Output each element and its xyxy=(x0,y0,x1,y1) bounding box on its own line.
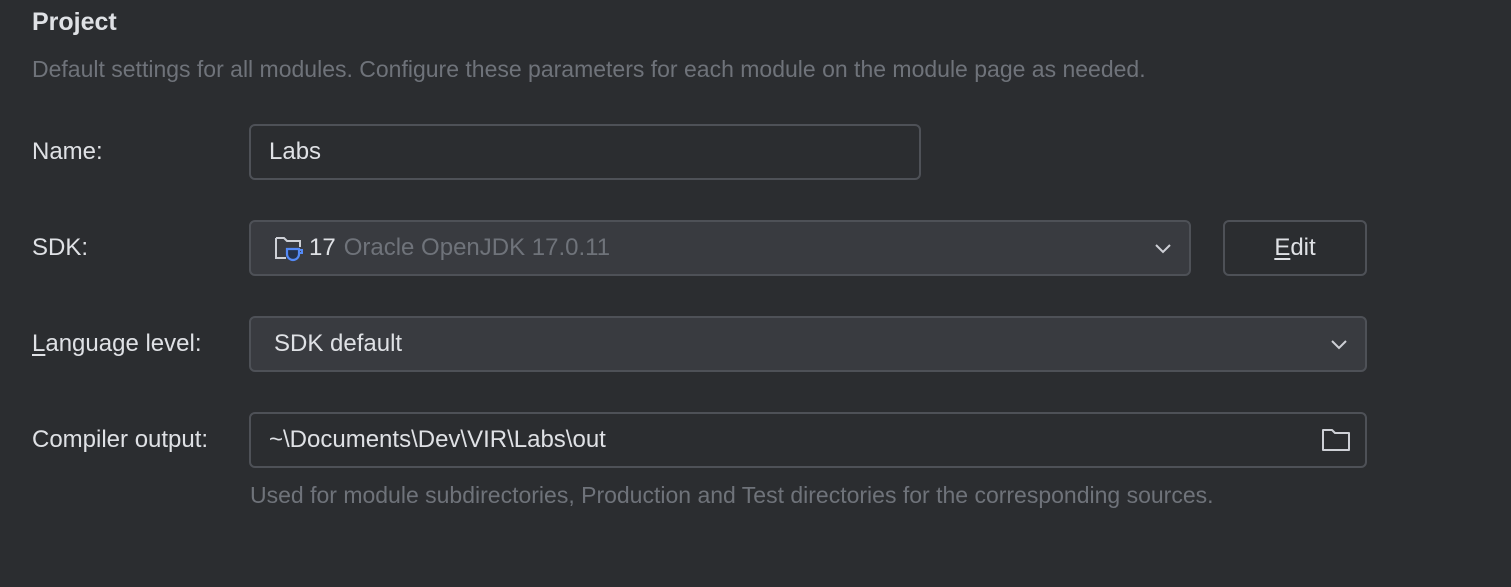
section-description: Default settings for all modules. Config… xyxy=(32,56,1146,82)
compiler-output-label: Compiler output: xyxy=(32,426,209,453)
name-input[interactable]: Labs xyxy=(249,124,921,180)
edit-mnemonic: E xyxy=(1274,234,1291,261)
language-level-label-text: anguage level: xyxy=(45,330,202,357)
sdk-combobox[interactable]: 17 Oracle OpenJDK 17.0.11 xyxy=(249,220,1191,276)
compiler-output-input[interactable]: ~\Documents\Dev\VIR\Labs\out xyxy=(249,412,1367,468)
language-level-value: SDK default xyxy=(274,330,403,357)
compiler-output-value: ~\Documents\Dev\VIR\Labs\out xyxy=(269,426,606,453)
sdk-detail: Oracle OpenJDK 17.0.11 xyxy=(343,234,611,261)
chevron-down-icon xyxy=(1331,340,1347,350)
edit-sdk-button[interactable]: Edit xyxy=(1223,220,1367,276)
language-level-mnemonic: L xyxy=(32,330,46,357)
language-level-combobox[interactable]: SDK default xyxy=(249,316,1367,372)
chevron-down-icon xyxy=(1155,244,1171,254)
name-value: Labs xyxy=(269,138,322,165)
section-title: Project xyxy=(32,8,117,36)
jdk-folder-icon xyxy=(273,232,305,264)
sdk-version: 17 xyxy=(309,234,336,261)
name-label: Name: xyxy=(32,138,103,165)
compiler-output-hint: Used for module subdirectories, Producti… xyxy=(250,482,1214,508)
language-level-label: Language level: xyxy=(32,330,202,358)
edit-label: dit xyxy=(1290,234,1316,261)
folder-icon[interactable] xyxy=(1321,427,1351,453)
sdk-label: SDK: xyxy=(32,234,89,261)
